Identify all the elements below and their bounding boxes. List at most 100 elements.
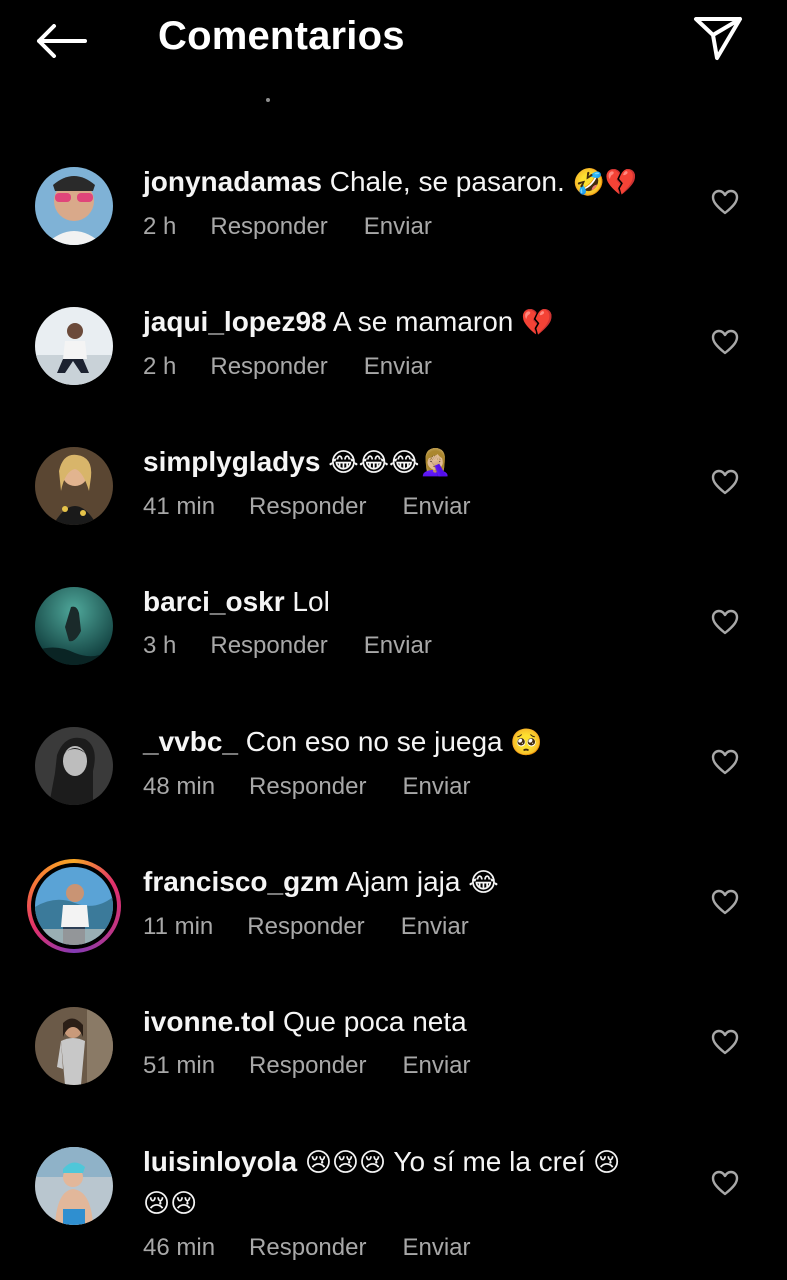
- send-button[interactable]: Enviar: [402, 493, 470, 521]
- comment-username[interactable]: simplygladys: [143, 446, 320, 477]
- heart-icon: [711, 889, 739, 915]
- comment-body: francisco_gzm Ajam jaja 😂 11 min Respond…: [143, 862, 683, 943]
- comment-emojis: 😢: [593, 1148, 621, 1178]
- arrow-left-icon: [37, 24, 87, 58]
- avatar[interactable]: [35, 447, 113, 525]
- avatar[interactable]: [35, 587, 113, 665]
- comment-meta: 3 h Responder Enviar: [143, 630, 683, 662]
- comment-body: simplygladys 😂😂😂🤦🏼‍♀️ 41 min Responder E…: [143, 442, 683, 523]
- like-button[interactable]: [708, 1027, 742, 1057]
- page-title: Comentarios: [158, 14, 405, 58]
- comment-message: Lol: [292, 586, 330, 617]
- comment-emojis: 💔: [521, 308, 554, 338]
- comment-meta: 51 min Responder Enviar: [143, 1050, 683, 1082]
- drag-indicator: [266, 98, 270, 102]
- paper-plane-icon: [694, 17, 742, 60]
- send-button[interactable]: Enviar: [402, 1052, 470, 1080]
- heart-icon: [711, 329, 739, 355]
- comment-username[interactable]: ivonne.tol: [143, 1006, 275, 1037]
- comment-text: simplygladys 😂😂😂🤦🏼‍♀️: [143, 442, 683, 483]
- comment-item: jaqui_lopez98 A se mamaron 💔 2 h Respond…: [0, 280, 787, 420]
- comment-meta: 2 h Responder Enviar: [143, 211, 683, 243]
- heart-icon: [711, 189, 739, 215]
- comments-list: jonynadamas Chale, se pasaron. 🤣💔 2 h Re…: [0, 140, 787, 1280]
- avatar[interactable]: [35, 1147, 113, 1225]
- comment-emojis: 🥺: [510, 728, 543, 758]
- reply-button[interactable]: Responder: [210, 353, 327, 381]
- avatar-with-story[interactable]: [27, 859, 121, 953]
- comment-item: luisinloyola 😢😢😢 Yo sí me la creí 😢 😢😢 4…: [0, 1120, 787, 1280]
- direct-send-button[interactable]: [690, 12, 746, 64]
- comment-text: barci_oskr Lol: [143, 582, 683, 622]
- like-button[interactable]: [708, 607, 742, 637]
- avatar[interactable]: [35, 167, 113, 245]
- send-button[interactable]: Enviar: [401, 913, 469, 941]
- heart-icon: [711, 1170, 739, 1196]
- send-button[interactable]: Enviar: [402, 1234, 470, 1262]
- send-button[interactable]: Enviar: [402, 773, 470, 801]
- reply-button[interactable]: Responder: [249, 493, 366, 521]
- send-button[interactable]: Enviar: [364, 632, 432, 660]
- comment-item: _vvbc_ Con eso no se juega 🥺 48 min Resp…: [0, 700, 787, 840]
- comment-body: barci_oskr Lol 3 h Responder Enviar: [143, 582, 683, 662]
- comment-message: A se mamaron: [332, 306, 514, 337]
- comment-emojis: 😂😂😂🤦🏼‍♀️: [328, 448, 452, 478]
- comment-body: _vvbc_ Con eso no se juega 🥺 48 min Resp…: [143, 722, 683, 803]
- comment-meta: 46 min Responder Enviar: [143, 1232, 683, 1264]
- comment-message: Con eso no se juega: [245, 726, 503, 757]
- avatar[interactable]: [35, 727, 113, 805]
- like-button[interactable]: [708, 887, 742, 917]
- back-button[interactable]: [30, 18, 92, 64]
- comment-time: 2 h: [143, 353, 177, 380]
- comment-item: francisco_gzm Ajam jaja 😂 11 min Respond…: [0, 840, 787, 980]
- send-button[interactable]: Enviar: [364, 353, 432, 381]
- like-button[interactable]: [708, 467, 742, 497]
- avatar-image: [35, 867, 113, 945]
- like-button[interactable]: [708, 187, 742, 217]
- reply-button[interactable]: Responder: [249, 1234, 366, 1262]
- comment-time: 2 h: [143, 213, 177, 240]
- avatar[interactable]: [35, 307, 113, 385]
- comment-username[interactable]: luisinloyola: [143, 1146, 297, 1177]
- send-button[interactable]: Enviar: [364, 213, 432, 241]
- heart-icon: [711, 469, 739, 495]
- comment-text: jaqui_lopez98 A se mamaron 💔: [143, 302, 683, 343]
- comment-username[interactable]: francisco_gzm: [143, 866, 339, 897]
- like-button[interactable]: [708, 327, 742, 357]
- comment-item: jonynadamas Chale, se pasaron. 🤣💔 2 h Re…: [0, 140, 787, 280]
- reply-button[interactable]: Responder: [249, 1052, 366, 1080]
- avatar[interactable]: [35, 1007, 113, 1085]
- comment-time: 41 min: [143, 493, 216, 520]
- reply-button[interactable]: Responder: [210, 213, 327, 241]
- header: Comentarios: [0, 0, 787, 80]
- comment-time: 51 min: [143, 1052, 216, 1079]
- comment-emojis-second-line: 😢😢: [143, 1189, 198, 1219]
- heart-icon: [711, 609, 739, 635]
- comment-body: jonynadamas Chale, se pasaron. 🤣💔 2 h Re…: [143, 162, 683, 243]
- reply-button[interactable]: Responder: [210, 632, 327, 660]
- comment-time: 48 min: [143, 773, 216, 800]
- comment-username[interactable]: jaqui_lopez98: [143, 306, 327, 337]
- story-ring: [31, 863, 117, 949]
- comment-emojis-prefix: 😢😢😢: [304, 1148, 387, 1178]
- comment-text: _vvbc_ Con eso no se juega 🥺: [143, 722, 683, 763]
- like-button[interactable]: [708, 1168, 742, 1198]
- comment-item: simplygladys 😂😂😂🤦🏼‍♀️ 41 min Responder E…: [0, 420, 787, 560]
- comment-username[interactable]: jonynadamas: [143, 166, 322, 197]
- comment-time: 11 min: [143, 913, 214, 940]
- comment-meta: 11 min Responder Enviar: [143, 911, 683, 943]
- comment-time: 46 min: [143, 1234, 216, 1261]
- reply-button[interactable]: Responder: [249, 773, 366, 801]
- like-button[interactable]: [708, 747, 742, 777]
- heart-icon: [711, 749, 739, 775]
- comment-username[interactable]: barci_oskr: [143, 586, 285, 617]
- comment-username[interactable]: _vvbc_: [143, 726, 238, 757]
- comment-text: luisinloyola 😢😢😢 Yo sí me la creí 😢 😢😢: [143, 1142, 683, 1224]
- reply-button[interactable]: Responder: [247, 913, 364, 941]
- comment-message: Que poca neta: [283, 1006, 467, 1037]
- comment-emojis: 🤣💔: [572, 168, 638, 198]
- comment-time: 3 h: [143, 632, 177, 659]
- comment-text: jonynadamas Chale, se pasaron. 🤣💔: [143, 162, 683, 203]
- comment-body: luisinloyola 😢😢😢 Yo sí me la creí 😢 😢😢 4…: [143, 1142, 683, 1264]
- comment-emojis: 😂: [468, 868, 499, 898]
